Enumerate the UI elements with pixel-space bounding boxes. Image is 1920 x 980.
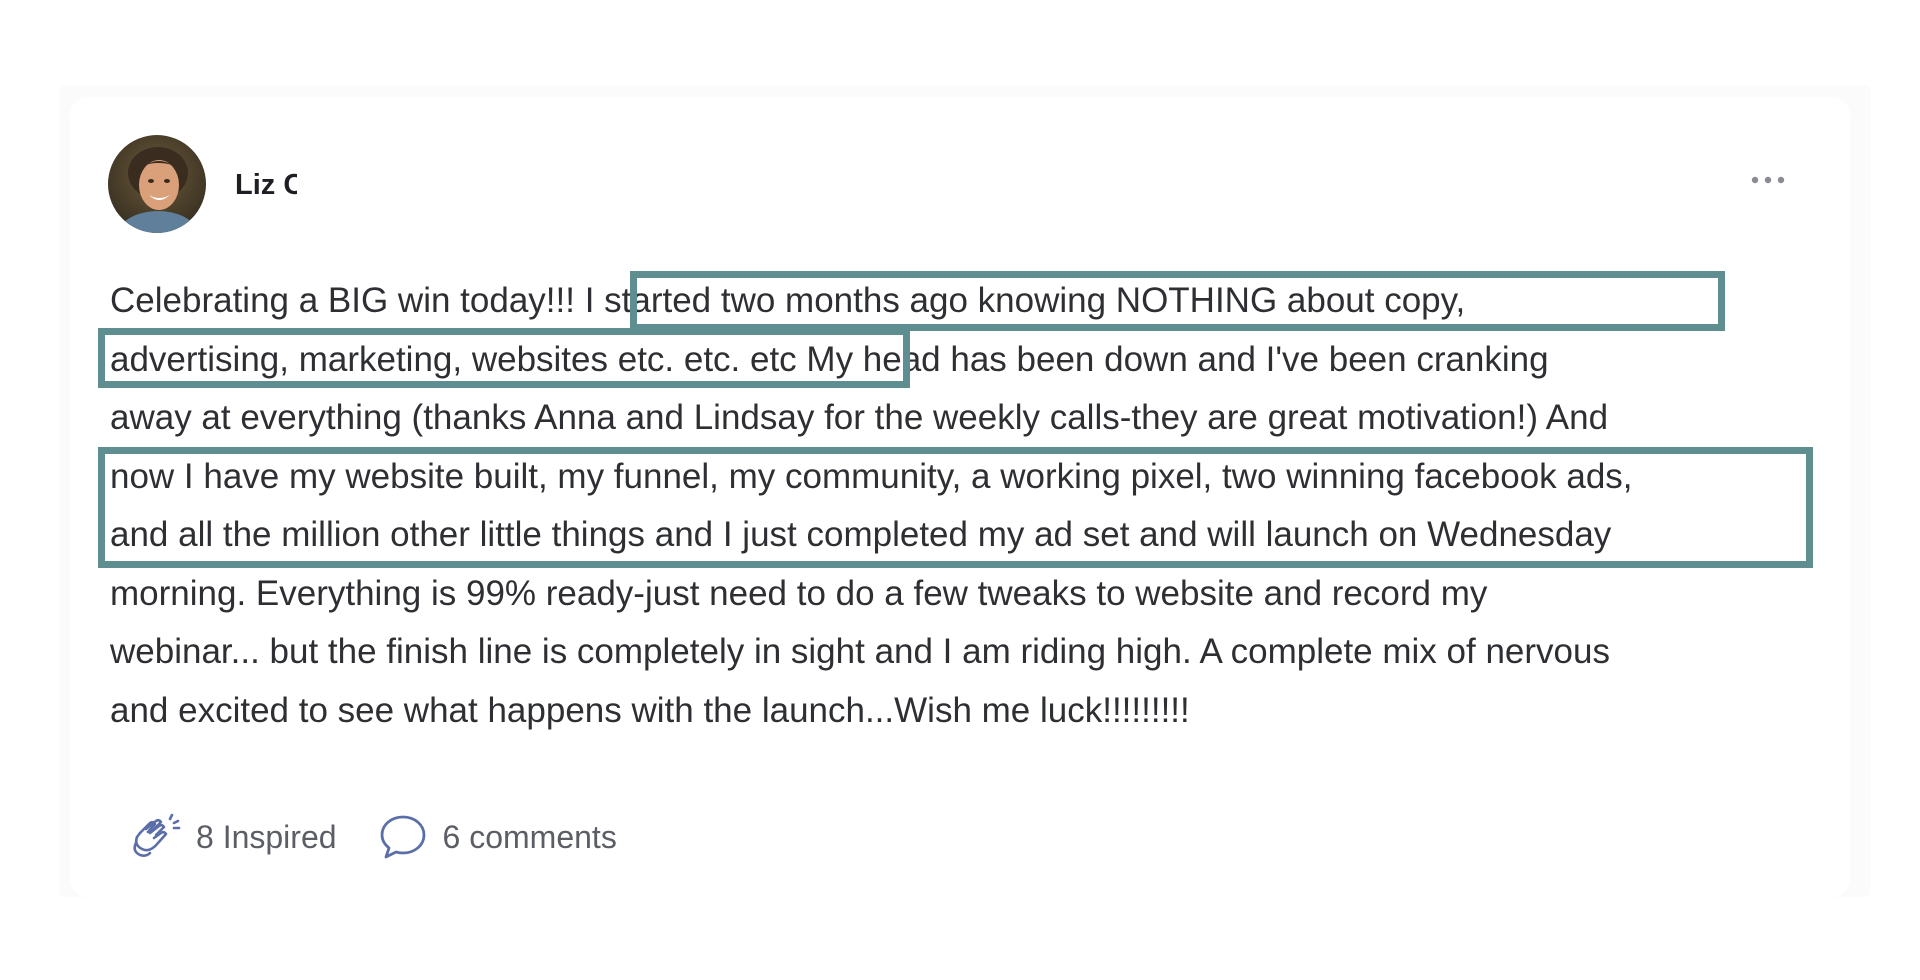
post-actions: 8 Inspired 6 comments xyxy=(130,812,617,862)
author-name-container[interactable]: Liz C xyxy=(235,167,297,203)
inspired-count: 8 Inspired xyxy=(196,818,337,855)
more-horizontal-icon xyxy=(1751,176,1785,184)
author-name[interactable]: Liz C xyxy=(235,167,297,203)
clapping-hands-icon xyxy=(133,813,181,857)
avatar[interactable] xyxy=(108,135,206,233)
post-body-line: away at everything (thanks Anna and Lind… xyxy=(110,398,1609,437)
post-body: Celebrating a BIG win today!!! I started… xyxy=(110,272,1810,740)
post-card: Liz C Celebrating a BIG win today!!! I s… xyxy=(70,97,1850,897)
post-body-line: Celebrating a BIG win today!!! I started… xyxy=(110,281,1466,320)
post-body-line: and all the million other little things … xyxy=(110,515,1612,554)
post-body-line: morning. Everything is 99% ready-just ne… xyxy=(110,573,1488,613)
comments-button[interactable]: 6 comments xyxy=(377,813,617,861)
more-options-button[interactable] xyxy=(1748,165,1788,195)
post-body-line: webinar... but the finish line is comple… xyxy=(110,632,1610,671)
post-body-line: and excited to see what happens with the… xyxy=(110,690,1190,730)
post-body-line: advertising, marketing, websites etc. et… xyxy=(110,339,1549,379)
post-body-line: now I have my website built, my funnel, … xyxy=(110,456,1633,496)
speech-bubble-icon xyxy=(380,815,425,859)
inspired-button[interactable]: 8 Inspired xyxy=(130,813,337,861)
avatar-image xyxy=(108,135,206,233)
comments-count: 6 comments xyxy=(442,818,617,855)
